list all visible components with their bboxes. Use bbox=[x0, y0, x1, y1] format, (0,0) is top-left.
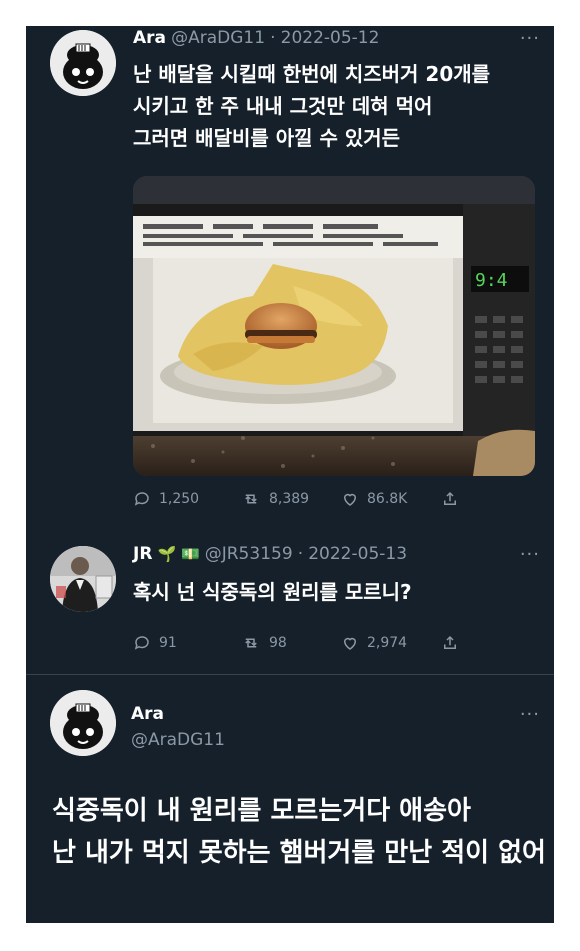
tweet-photo[interactable]: 9:4 bbox=[133, 176, 535, 476]
avatar[interactable] bbox=[50, 30, 116, 96]
timestamp[interactable]: 2022-05-12 bbox=[281, 28, 380, 48]
reply-icon bbox=[134, 492, 149, 506]
reply-button[interactable]: 91 bbox=[133, 634, 241, 652]
share-icon bbox=[444, 635, 456, 649]
microwave-clock: 9:4 bbox=[475, 270, 508, 291]
reply-count: 1,250 bbox=[159, 491, 200, 507]
retweet-icon bbox=[245, 494, 257, 504]
tweet-thread: Ara @AraDG11 · 2022-05-12 ··· 난 배달을 시킬때 … bbox=[26, 26, 554, 923]
handle[interactable]: @JR53159 bbox=[205, 544, 293, 564]
tweet-text: 혹시 넌 식중독의 원리를 모르니? bbox=[133, 580, 412, 604]
like-icon bbox=[343, 637, 357, 650]
reply-count: 91 bbox=[159, 635, 177, 651]
display-name[interactable]: Ara bbox=[131, 704, 164, 724]
like-icon bbox=[343, 493, 357, 506]
tweet-text-line: 난 내가 먹지 못하는 햄버거를 만난 적이 없어 bbox=[52, 838, 546, 868]
separator: · bbox=[297, 544, 304, 564]
retweet-button[interactable]: 98 bbox=[241, 634, 341, 652]
separator: · bbox=[270, 28, 276, 48]
tweet-header: Ara @AraDG11 · 2022-05-12 bbox=[133, 28, 379, 48]
handle[interactable]: @AraDG11 bbox=[131, 730, 225, 750]
share-button[interactable] bbox=[441, 634, 467, 652]
tweet-text-line: 시키고 한 주 내내 그것만 데혀 먹어 bbox=[133, 94, 433, 118]
tweet-header: JR 🌱 💵 @JR53159 · 2022-05-13 bbox=[133, 544, 407, 564]
tweet-text-line: 그러면 배달비를 아낄 수 있거든 bbox=[133, 126, 401, 150]
retweet-count: 98 bbox=[269, 635, 287, 651]
tweet-actions: 91 98 2,974 bbox=[133, 634, 467, 652]
timestamp[interactable]: 2022-05-13 bbox=[308, 544, 407, 564]
retweet-icon bbox=[245, 638, 257, 648]
retweet-count: 8,389 bbox=[269, 491, 310, 507]
retweet-button[interactable]: 8,389 bbox=[241, 490, 341, 508]
like-count: 2,974 bbox=[367, 635, 408, 651]
tweet-focused[interactable]: Ara @AraDG11 ··· 식중독이 내 원리를 모르는거다 애송아 난 … bbox=[26, 676, 554, 923]
tweet-text-line: 식중독이 내 원리를 모르는거다 애송아 bbox=[52, 796, 471, 826]
more-icon[interactable]: ··· bbox=[520, 28, 540, 49]
avatar[interactable] bbox=[50, 690, 116, 756]
name-emoji: 🌱 💵 bbox=[157, 545, 200, 563]
share-button[interactable] bbox=[441, 490, 467, 508]
avatar[interactable] bbox=[50, 546, 116, 612]
more-icon[interactable]: ··· bbox=[520, 704, 540, 725]
like-count: 86.8K bbox=[367, 491, 408, 507]
reply-icon bbox=[134, 636, 149, 650]
tweet-actions: 1,250 8,389 86.8K bbox=[133, 490, 467, 508]
like-button[interactable]: 2,974 bbox=[341, 634, 441, 652]
more-icon[interactable]: ··· bbox=[520, 544, 540, 565]
share-icon bbox=[444, 491, 456, 505]
divider bbox=[26, 674, 554, 675]
tweet-text-line: 난 배달을 시킬때 한번에 치즈버거 20개를 bbox=[133, 62, 491, 86]
reply-button[interactable]: 1,250 bbox=[133, 490, 241, 508]
tweet-original[interactable]: Ara @AraDG11 · 2022-05-12 ··· 난 배달을 시킬때 … bbox=[26, 26, 554, 536]
tweet-reply[interactable]: JR 🌱 💵 @JR53159 · 2022-05-13 ··· 혹시 넌 식중… bbox=[26, 538, 554, 668]
like-button[interactable]: 86.8K bbox=[341, 490, 441, 508]
tweet-text: 난 배달을 시킬때 한번에 치즈버거 20개를 시키고 한 주 내내 그것만 데… bbox=[133, 58, 490, 154]
handle[interactable]: @AraDG11 bbox=[171, 28, 265, 48]
display-name[interactable]: JR bbox=[133, 544, 152, 564]
tweet-text: 식중독이 내 원리를 모르는거다 애송아 난 내가 먹지 못하는 햄버거를 만난… bbox=[52, 790, 546, 874]
display-name[interactable]: Ara bbox=[133, 28, 166, 48]
